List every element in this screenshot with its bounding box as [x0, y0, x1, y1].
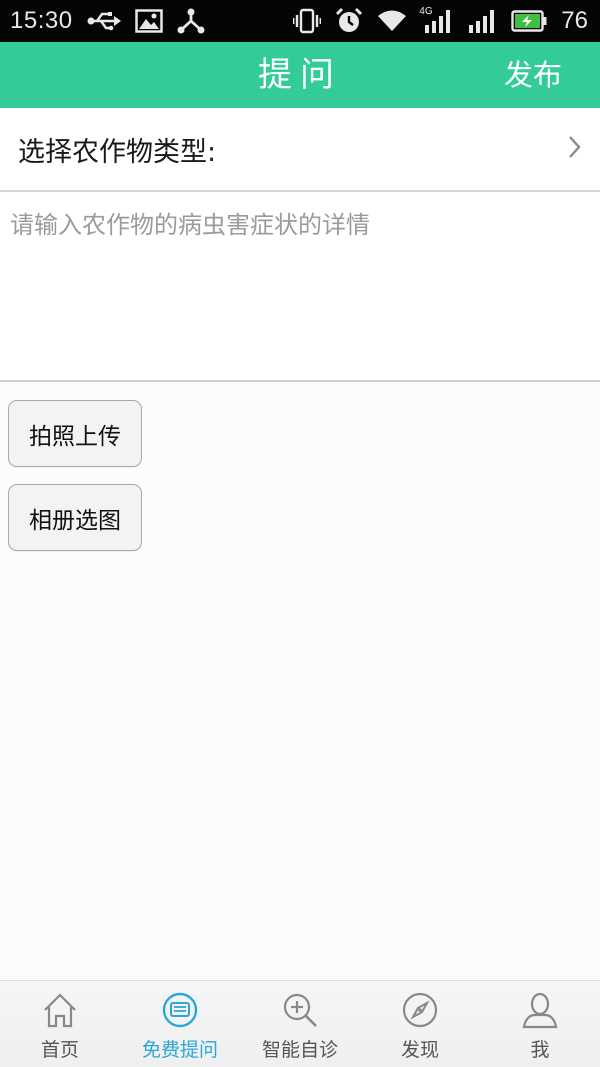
tab-me-label: 我 [530, 1039, 550, 1061]
publish-button[interactable]: 发布 [504, 42, 562, 108]
header-bar: 提问 发布 [0, 42, 600, 108]
bottom-tab-bar: 首页 免费提问 智能自诊 发现 我 [0, 980, 600, 1067]
tab-me[interactable]: 我 [480, 981, 600, 1067]
alarm-icon [335, 7, 363, 35]
app-root: 15:30 4G 76 提问 发布 选择农作物类型: 请输入农作物的病虫害症状的… [0, 0, 600, 1067]
battery-percent: 76 [561, 7, 588, 34]
status-bar: 15:30 4G 76 [0, 0, 600, 42]
signal-4g-icon: 4G [419, 6, 453, 33]
battery-charging-icon [511, 10, 547, 32]
take-photo-upload-button[interactable]: 拍照上传 [8, 400, 142, 467]
magnifier-plus-icon [279, 989, 321, 1031]
crop-type-selector[interactable]: 选择农作物类型: [0, 108, 600, 192]
status-time: 15:30 [10, 7, 73, 34]
chat-bubble-icon [159, 989, 201, 1031]
symptom-description-input[interactable] [0, 193, 600, 380]
status-bar-left: 15:30 [10, 7, 205, 35]
choose-from-album-button[interactable]: 相册选图 [8, 484, 142, 551]
status-bar-right: 4G 76 [293, 6, 588, 35]
tab-smart-diagnosis-label: 智能自诊 [261, 1039, 338, 1061]
crop-type-label: 选择农作物类型: [18, 136, 217, 168]
tab-discover[interactable]: 发现 [360, 981, 480, 1067]
tab-smart-diagnosis[interactable]: 智能自诊 [240, 981, 360, 1067]
chevron-right-icon [566, 133, 584, 165]
wifi-icon [377, 9, 407, 33]
share-icon [177, 8, 205, 34]
signal-icon [467, 9, 497, 33]
tab-discover-label: 发现 [400, 1039, 439, 1061]
tab-free-question[interactable]: 免费提问 [120, 981, 240, 1067]
tab-free-question-label: 免费提问 [141, 1039, 218, 1061]
vibrate-icon [293, 8, 322, 34]
compass-icon [399, 989, 441, 1031]
tab-home-label: 首页 [40, 1039, 79, 1061]
network-type-label: 4G [419, 6, 433, 17]
tab-home[interactable]: 首页 [0, 981, 120, 1067]
image-icon [134, 9, 163, 33]
home-icon [39, 989, 81, 1031]
description-field-wrap [0, 193, 600, 382]
usb-icon [87, 11, 121, 31]
user-icon [519, 989, 561, 1031]
